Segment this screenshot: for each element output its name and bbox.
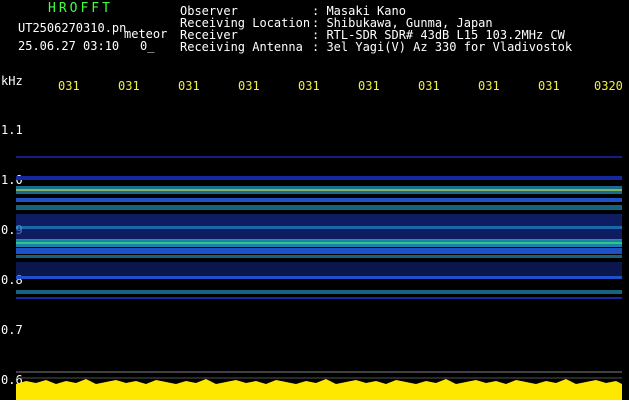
x-tick-0314: 031	[238, 79, 260, 93]
x-tick-0316: 031	[358, 79, 380, 93]
x-tick-0311: 031	[58, 79, 80, 93]
band-0945	[16, 205, 622, 210]
y-axis-unit: kHz	[1, 74, 23, 88]
x-tick-0318: 031	[478, 79, 500, 93]
band-1000	[16, 176, 622, 180]
band-0850	[16, 255, 622, 258]
band-0760	[16, 297, 622, 299]
band-0860	[16, 248, 622, 254]
band-0800	[16, 276, 622, 279]
noise-floor	[16, 384, 622, 400]
band-0900	[16, 226, 622, 229]
band-0960	[16, 198, 622, 202]
band-0830	[16, 262, 622, 278]
hrofft-logo: HROFFT	[48, 1, 113, 16]
timestamp-tail: 0_	[140, 39, 155, 53]
timestamp: 25.06.27 03:10	[18, 39, 120, 53]
band-1050	[16, 156, 622, 158]
x-tick-0315: 031	[298, 79, 320, 93]
band-0980	[16, 189, 622, 191]
x-tick-0312: 031	[118, 79, 140, 93]
band-0780	[16, 290, 622, 294]
x-tick-0317: 031	[418, 79, 440, 93]
spectrogram	[16, 156, 622, 400]
x-tick-0319: 031	[538, 79, 560, 93]
info-value-antenna: : 3el Yagi(V) Az 330 for Vladivostok	[312, 40, 573, 54]
info-label-antenna: Receiving Antenna	[180, 40, 303, 54]
band-0875	[16, 242, 622, 244]
noise-edge	[16, 379, 622, 384]
x-tick-0313: 031	[178, 79, 200, 93]
file-name: UT2506270310.pn	[18, 21, 127, 35]
x-tick-0320: 0320	[594, 79, 623, 93]
